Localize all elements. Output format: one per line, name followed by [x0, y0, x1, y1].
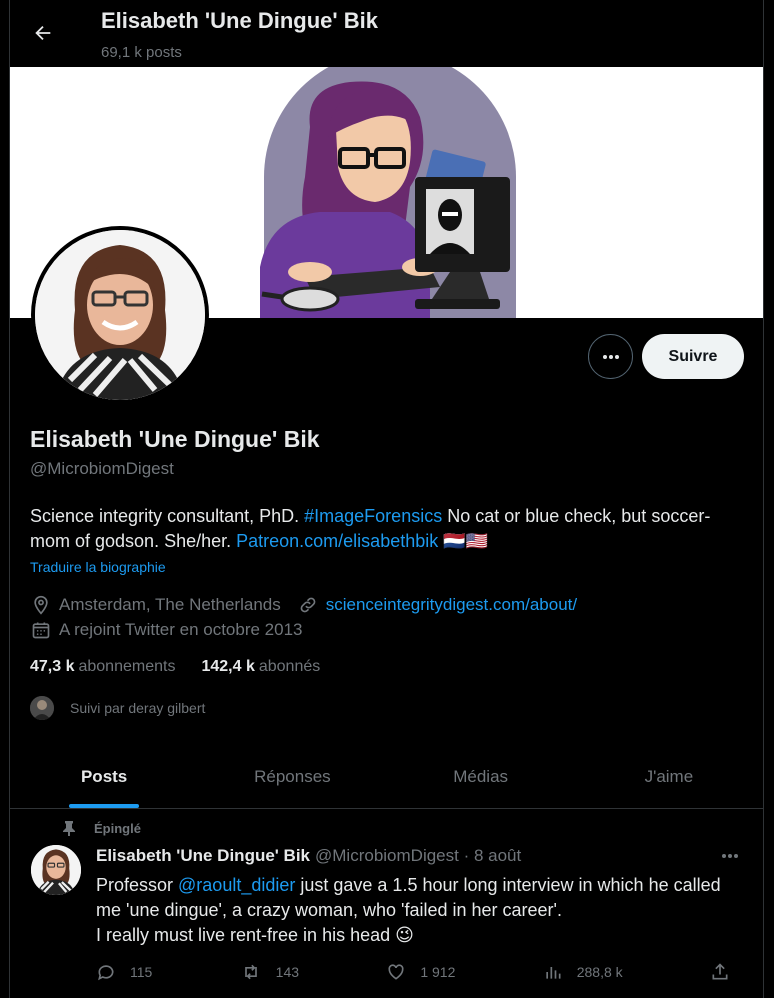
post-author-handle-date[interactable]: @MicrobiomDigest · 8 août: [315, 846, 521, 866]
profile-meta-row: Amsterdam, The Netherlands scienceintegr…: [30, 594, 577, 616]
following-label: abonnements: [78, 658, 176, 675]
follow-stats: 47,3 k abonnements 142,4 k abonnés: [30, 658, 346, 676]
active-tab-indicator: [69, 804, 140, 808]
profile-bio: Science integrity consultant, PhD. #Imag…: [30, 504, 730, 554]
location-pin-icon: [30, 594, 52, 616]
back-arrow-icon[interactable]: [28, 18, 58, 48]
tab-media[interactable]: Médias: [387, 746, 575, 808]
followers-count: 142,4 k: [201, 658, 255, 675]
more-options-button[interactable]: [588, 334, 633, 379]
share-icon: [712, 963, 728, 980]
like-action[interactable]: 1 912: [386, 962, 455, 982]
post-more-icon[interactable]: [720, 846, 740, 871]
profile-website-link[interactable]: scienceintegritydigest.com/about/: [326, 595, 577, 615]
post-author-name[interactable]: Elisabeth 'Une Dingue' Bik: [96, 846, 310, 866]
profile-joined: A rejoint Twitter en octobre 2013: [59, 620, 303, 639]
link-icon: [297, 594, 319, 616]
follower-avatar: [30, 696, 54, 720]
share-action[interactable]: [710, 962, 744, 982]
following-stat[interactable]: 47,3 k abonnements: [30, 658, 175, 676]
followers-label: abonnés: [258, 658, 321, 675]
top-bar: Elisabeth 'Une Dingue' Bik 69,1 k posts: [10, 0, 763, 66]
post-text-prefix: Professor: [96, 875, 179, 895]
profile-location: Amsterdam, The Netherlands: [59, 595, 281, 614]
reply-count: 115: [130, 964, 153, 980]
tab-likes-label: J'aime: [644, 767, 694, 786]
reply-action[interactable]: 115: [96, 962, 152, 982]
calendar-icon: [30, 619, 52, 641]
pinned-label: Épinglé: [94, 820, 141, 836]
bio-hashtag-link[interactable]: #ImageForensics: [304, 506, 442, 526]
followed-by-row[interactable]: Suivi par deray gilbert: [30, 696, 205, 720]
tab-media-label: Médias: [453, 767, 509, 786]
like-count: 1 912: [420, 964, 456, 980]
followers-stat[interactable]: 142,4 k abonnés: [201, 658, 320, 676]
followed-by-text: Suivi par deray gilbert: [70, 700, 206, 716]
tab-posts-label: Posts: [80, 767, 128, 786]
bio-patreon-link[interactable]: Patreon.com/elisabethbik: [236, 531, 438, 551]
bio-flags: 🇳🇱🇺🇸: [443, 531, 489, 551]
tab-posts[interactable]: Posts: [10, 746, 198, 808]
views-action[interactable]: 288,8 k: [543, 962, 623, 982]
repost-count: 143: [275, 964, 300, 980]
pin-icon: [62, 820, 76, 836]
following-count: 47,3 k: [30, 658, 75, 675]
views-count: 288,8 k: [576, 964, 623, 980]
repost-icon: [244, 964, 257, 980]
post-mention-link[interactable]: @raoult_didier: [178, 875, 295, 895]
tab-replies-label: Réponses: [254, 767, 331, 786]
repost-action[interactable]: 143: [240, 962, 299, 982]
header-post-count: 69,1 k posts: [101, 44, 182, 61]
views-chart-icon: [546, 967, 561, 979]
more-dots-icon: [602, 354, 619, 359]
post-actions: 115 143 1 912 288,8 k: [96, 962, 744, 982]
heart-icon: [388, 964, 404, 980]
post-text: Professor @raoult_didier just gave a 1.5…: [96, 873, 736, 948]
bio-text-1: Science integrity consultant, PhD.: [30, 506, 305, 526]
post-text-line2: I really must live rent-free in his head…: [96, 925, 414, 945]
tab-replies[interactable]: Réponses: [198, 746, 386, 808]
profile-joined-row: A rejoint Twitter en octobre 2013: [30, 619, 303, 641]
follow-button[interactable]: Suivre: [642, 334, 744, 379]
header-title: Elisabeth 'Une Dingue' Bik: [101, 8, 378, 33]
pinned-indicator: Épinglé: [62, 820, 141, 836]
profile-avatar[interactable]: [31, 226, 209, 404]
translate-bio-link[interactable]: Traduire la biographie: [30, 559, 166, 575]
profile-handle: @MicrobiomDigest: [30, 459, 174, 478]
profile-page: Elisabeth 'Une Dingue' Bik 69,1 k posts: [9, 0, 764, 998]
profile-tabs: Posts Réponses Médias J'aime: [10, 746, 763, 809]
post-author-avatar[interactable]: [31, 845, 81, 895]
reply-icon: [98, 965, 114, 981]
profile-name: Elisabeth 'Une Dingue' Bik: [30, 426, 320, 452]
post-header: Elisabeth 'Une Dingue' Bik @MicrobiomDig…: [96, 846, 521, 866]
tab-likes[interactable]: J'aime: [575, 746, 763, 808]
